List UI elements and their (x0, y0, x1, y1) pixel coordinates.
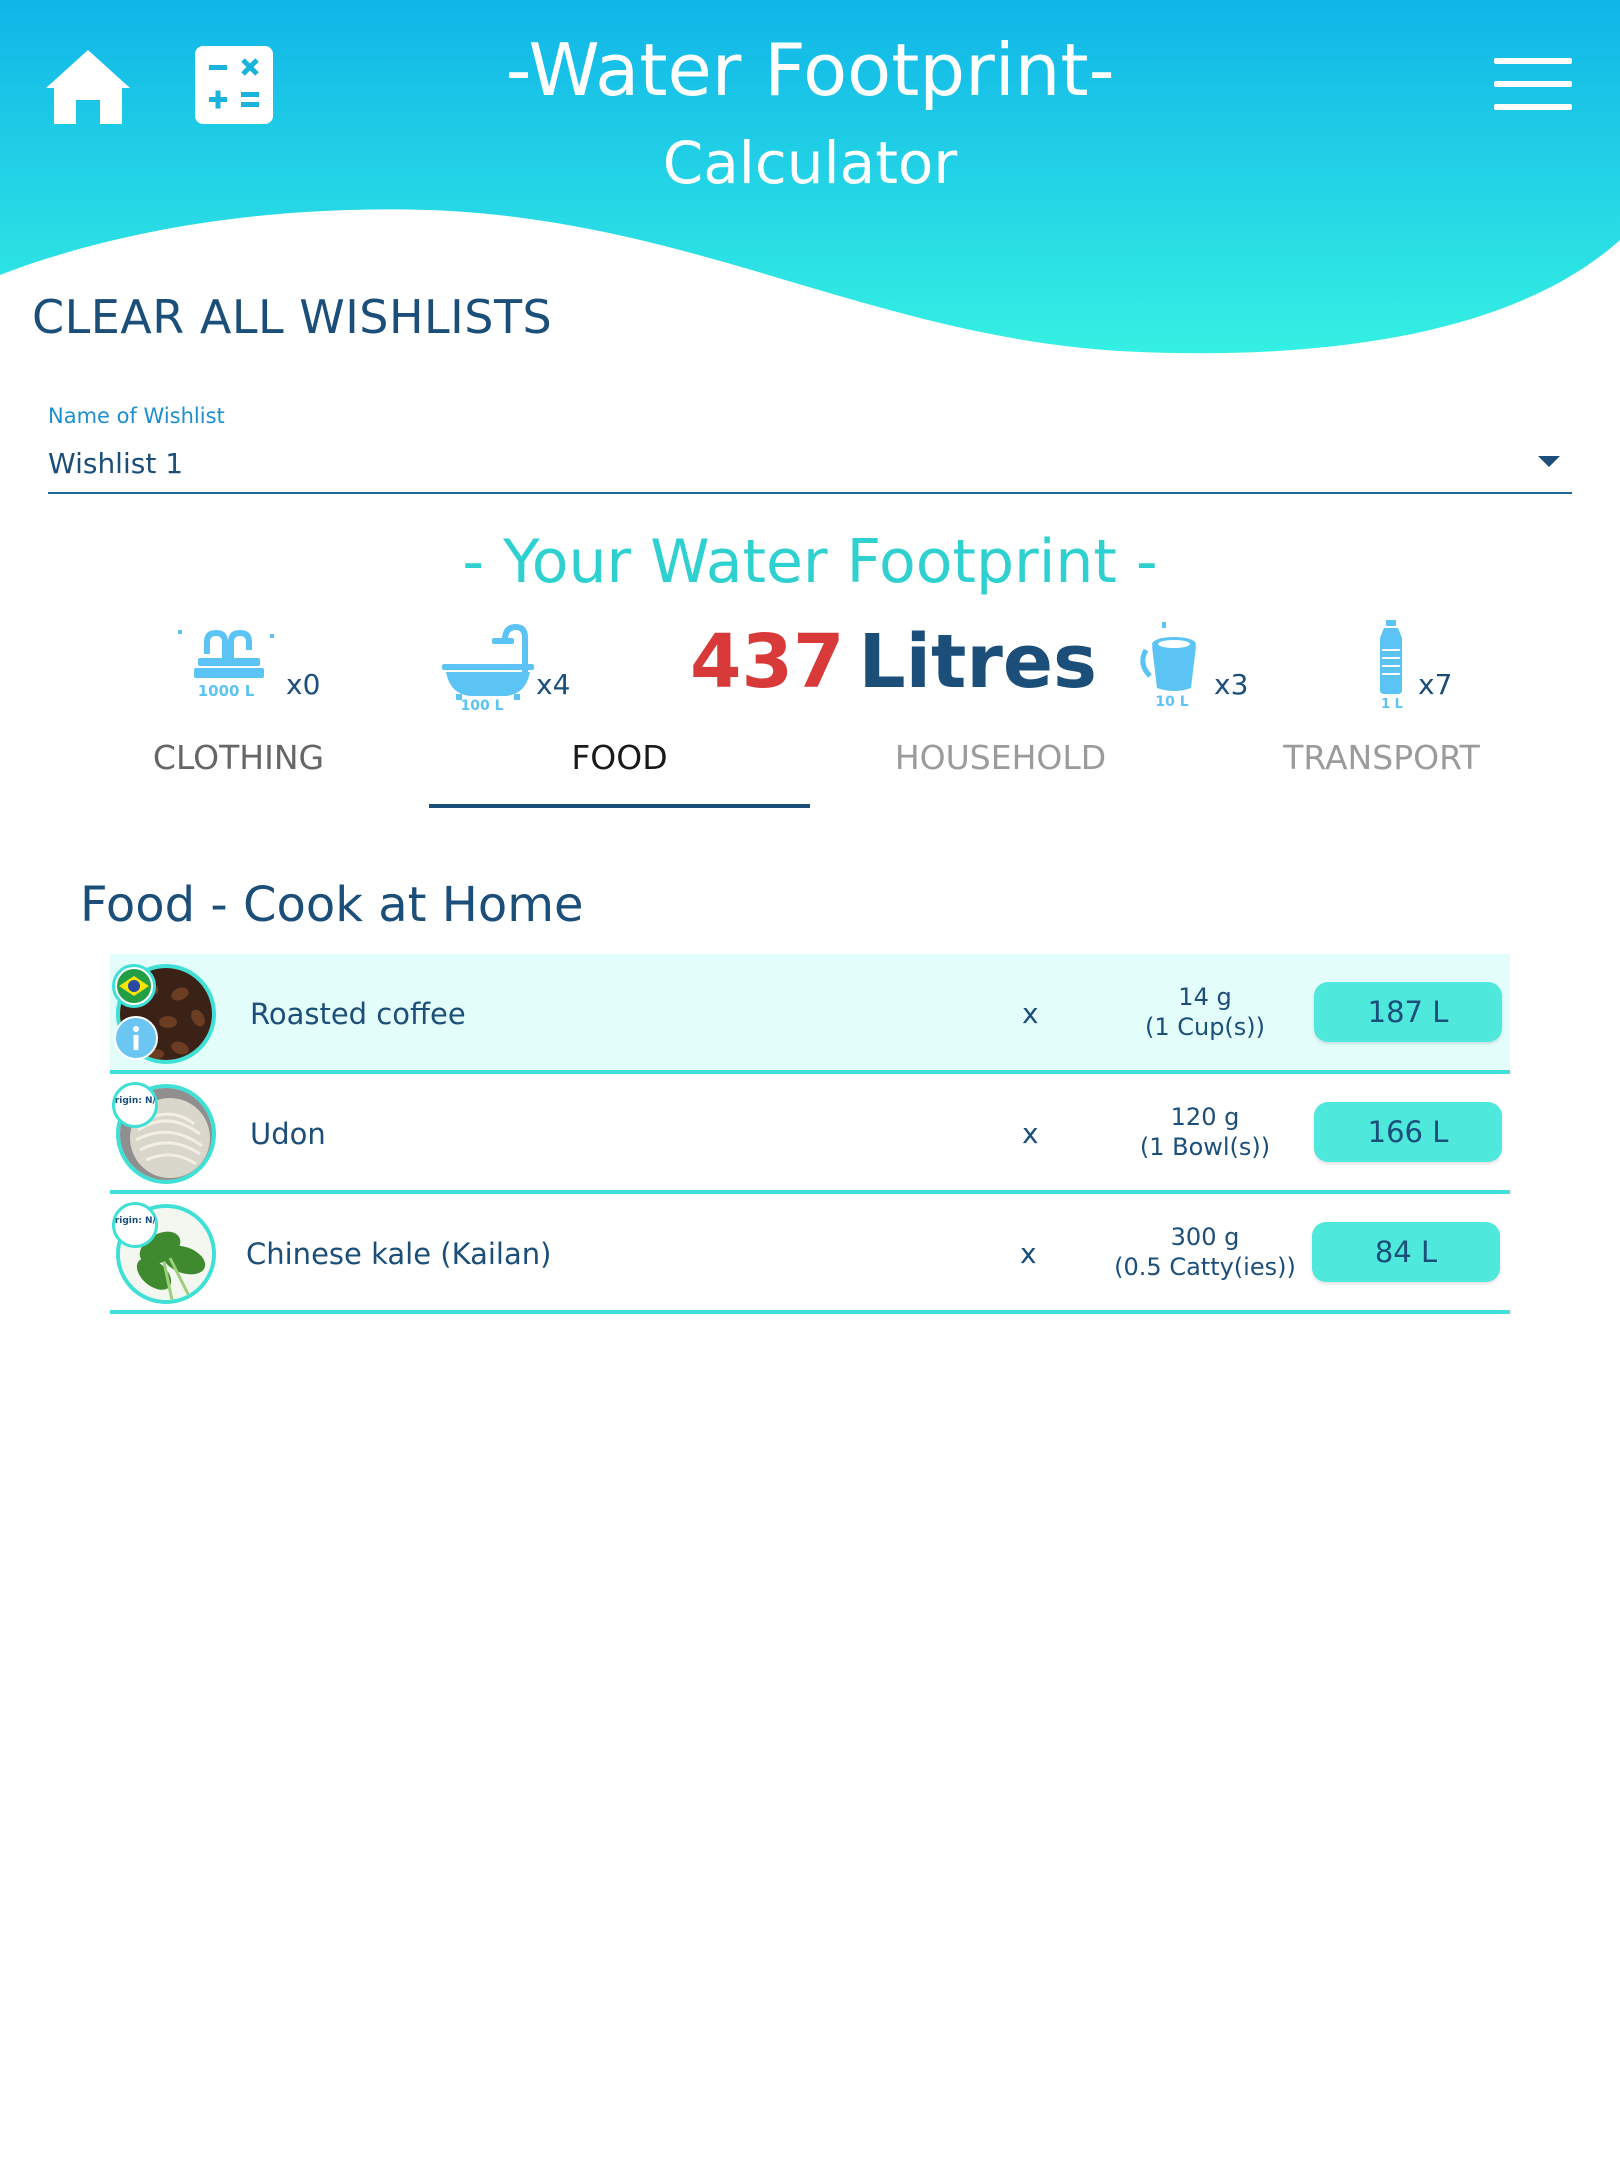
bucket-count: x3 (1214, 668, 1249, 701)
item-weight: 14 g (1178, 983, 1232, 1011)
tab-clothing[interactable]: CLOTHING (48, 730, 429, 808)
wishlist-select[interactable]: Name of Wishlist Wishlist 1 (48, 400, 1572, 494)
item-serving: (1 Cup(s)) (1144, 1013, 1266, 1041)
item-quantity: 120 g (1 Bowl(s)) (1080, 1102, 1330, 1162)
item-list: Roasted coffee x 14 g (1 Cup(s)) 187 L r… (107, 954, 1510, 1314)
footprint-heading: - Your Water Footprint - (462, 527, 1158, 597)
brazil-flag-icon (112, 964, 156, 1008)
item-serving: (1 Bowl(s)) (1139, 1133, 1271, 1161)
item-footprint-button[interactable]: 84 L (1312, 1222, 1500, 1282)
bathtub-volume: 100 L (460, 698, 503, 710)
origin-badge: Origin: N/A (107, 1202, 163, 1248)
chevron-down-icon[interactable] (1538, 456, 1560, 467)
bucket-icon: 10 L (1140, 622, 1196, 710)
item-quantity: 14 g (1 Cup(s)) (1080, 982, 1330, 1042)
clear-all-wishlists-button[interactable]: CLEAR ALL WISHLISTS (32, 290, 552, 344)
bottle-volume: 1 L (1381, 697, 1403, 710)
wishlist-select-label: Name of Wishlist (48, 404, 225, 428)
list-item[interactable]: Origin: N/A Udon x 120 g (1 Bowl(s)) 166… (107, 1074, 1510, 1194)
total-footprint: 437 Litres (690, 614, 1097, 710)
bathtub-icon: 100 L (442, 624, 534, 714)
equivalent-bucket: 10 L x3 (1140, 620, 1280, 720)
wishlist-select-value[interactable]: Wishlist 1 (48, 444, 1572, 484)
list-item[interactable]: Origin: N/A Chinese kale (Kailan) x 300 … (107, 1194, 1510, 1314)
item-name: Roasted coffee (250, 997, 466, 1031)
bottle-count: x7 (1418, 668, 1453, 701)
item-footprint-button[interactable]: 187 L (1314, 982, 1502, 1042)
origin-badge: Origin: N/A (107, 1082, 163, 1128)
equivalent-bottle: 1 L x7 (1370, 620, 1490, 720)
app-subtitle: Calculator (662, 129, 958, 197)
total-footprint-unit: Litres (858, 619, 1098, 705)
info-icon[interactable] (114, 1016, 158, 1060)
fountain-count: x0 (286, 668, 321, 701)
item-name: Chinese kale (Kailan) (246, 1237, 552, 1271)
item-footprint-button[interactable]: 166 L (1314, 1102, 1502, 1162)
bucket-volume: 10 L (1155, 694, 1188, 710)
bathtub-count: x4 (536, 668, 571, 701)
menu-icon[interactable] (1494, 58, 1572, 112)
times-sign: x (1022, 1117, 1039, 1150)
item-serving: (0.5 Catty(ies)) (1114, 1253, 1296, 1281)
list-item[interactable]: Roasted coffee x 14 g (1 Cup(s)) 187 L (110, 954, 1510, 1074)
fountain-icon: 1000 L (178, 630, 274, 700)
section-title: Food - Cook at Home (80, 877, 584, 933)
item-weight: 300 g (1170, 1223, 1240, 1251)
category-tabs: CLOTHING FOOD HOUSEHOLD TRANSPORT (48, 730, 1572, 808)
tab-food[interactable]: FOOD (429, 730, 810, 808)
fountain-volume: 1000 L (198, 682, 255, 700)
times-sign: x (1020, 1237, 1037, 1270)
tab-transport[interactable]: TRANSPORT (1191, 730, 1572, 808)
equivalent-fountain: 1000 L x0 (170, 620, 330, 720)
app-title: -Water Footprint- (505, 28, 1115, 112)
item-name: Udon (250, 1117, 326, 1151)
item-weight: 120 g (1170, 1103, 1240, 1131)
origin-label: Origin: N/A (115, 1216, 155, 1226)
equivalent-bathtub: 100 L x4 (442, 620, 602, 720)
tab-household[interactable]: HOUSEHOLD (810, 730, 1191, 808)
bottle-icon: 1 L (1380, 620, 1403, 712)
item-quantity: 300 g (0.5 Catty(ies)) (1080, 1222, 1330, 1282)
origin-label: Origin: N/A (115, 1096, 155, 1106)
total-footprint-value: 437 (690, 619, 845, 705)
times-sign: x (1022, 997, 1039, 1030)
